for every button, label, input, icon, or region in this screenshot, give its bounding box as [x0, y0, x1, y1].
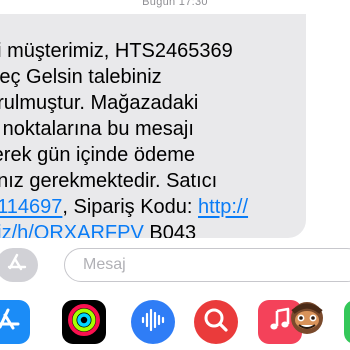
compose-bar — [0, 246, 350, 284]
message-line-7: : 114697, Sipariş Kodu: http:// — [0, 194, 248, 220]
order-url-link-continued[interactable]: hiz/h/ORXARFPV — [0, 222, 144, 238]
message-line-1: rli müşterimiz, HTS2465369 — [0, 40, 233, 62]
app-tray — [0, 296, 350, 350]
message-line-5: rerek gün içinde ödeme — [0, 144, 196, 166]
messages-screen: Bugün 17:30 rli müşterimiz, HTS2465369 S… — [0, 0, 350, 350]
audio-icon — [138, 305, 168, 340]
seller-code-link[interactable]: 114697 — [0, 196, 62, 218]
message-line-6: anız gerekmektedir. Satıcı — [0, 170, 218, 192]
message-line-4: e noktalarına bu mesajı — [0, 118, 194, 140]
memoji-icon — [284, 296, 330, 342]
app-store-app-button[interactable] — [0, 300, 30, 344]
more-apps-button[interactable] — [344, 300, 350, 344]
message-bubble[interactable]: rli müşterimiz, HTS2465369 Seç Gelsin ta… — [0, 14, 306, 238]
message-line-8: hiz/h/ORXARFPV B043 — [0, 220, 196, 238]
message-input[interactable] — [64, 248, 350, 282]
app-store-icon — [6, 252, 28, 279]
order-url-link[interactable]: http:// — [198, 196, 248, 218]
line8-suffix: B043 — [143, 222, 197, 238]
memoji-app-button[interactable] — [284, 296, 330, 342]
audio-message-app-button[interactable] — [131, 300, 175, 344]
line7-mid: , Sipariş Kodu: — [62, 196, 199, 218]
message-line-3: urulmuştur. Mağazadaki — [0, 92, 199, 114]
activity-icon — [66, 302, 102, 343]
app-drawer-toggle-button[interactable] — [0, 248, 38, 282]
activity-app-button[interactable] — [62, 300, 106, 344]
image-search-app-button[interactable] — [194, 300, 238, 344]
message-timestamp: Bugün 17:30 — [142, 0, 208, 8]
message-line-2: Seç Gelsin talebiniz — [0, 66, 162, 88]
search-images-icon — [201, 305, 231, 340]
app-store-icon — [0, 305, 23, 340]
